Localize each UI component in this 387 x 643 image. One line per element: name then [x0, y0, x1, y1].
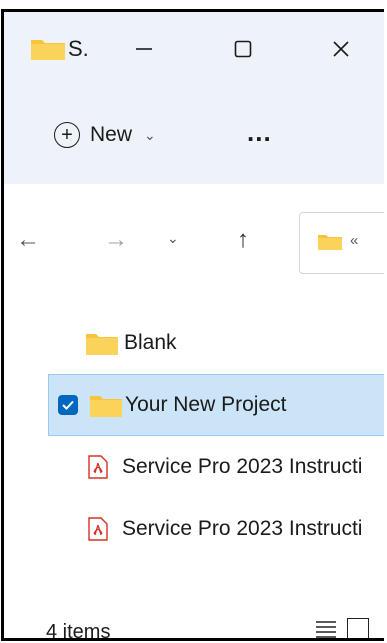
- list-item-pdf[interactable]: Service Pro 2023 Instructi: [48, 436, 384, 498]
- command-bar: + New ⌄ ...: [4, 84, 384, 185]
- window-title: S.: [68, 36, 89, 61]
- list-item-your-new-project[interactable]: Your New Project: [48, 374, 384, 436]
- close-button[interactable]: [311, 24, 371, 74]
- file-name: Service Pro 2023 Instructi: [122, 517, 363, 540]
- breadcrumb-overflow-icon[interactable]: «: [350, 232, 358, 249]
- address-bar[interactable]: «: [299, 212, 384, 274]
- status-bar: 4 items: [4, 600, 384, 641]
- file-name: Blank: [124, 331, 177, 354]
- file-list: Blank Your New Project Service Pro 2023 …: [4, 294, 384, 594]
- folder-icon: [31, 40, 65, 60]
- large-icons-view-icon[interactable]: [347, 618, 369, 638]
- minimize-button[interactable]: [114, 24, 174, 74]
- navigation-bar: ← → ⌄ ↑ «: [4, 184, 384, 294]
- folder-icon: [86, 333, 118, 355]
- title-bar[interactable]: S.: [4, 12, 384, 84]
- plus-icon: +: [54, 122, 80, 148]
- item-count: 4 items: [46, 621, 111, 641]
- file-name: Your New Project: [125, 393, 287, 416]
- file-explorer-window: S. + New ⌄ ... ← → ⌄ ↑ « Blank Your New …: [1, 9, 384, 641]
- recent-locations-chevron-icon[interactable]: ⌄: [167, 230, 179, 247]
- folder-icon: [318, 235, 342, 250]
- close-icon: [333, 41, 349, 57]
- list-item-pdf[interactable]: Service Pro 2023 Instructi: [48, 498, 384, 560]
- new-button[interactable]: + New ⌄: [54, 118, 156, 152]
- new-button-label: New: [90, 123, 133, 146]
- minimize-icon: [136, 48, 152, 50]
- pdf-file-icon: [88, 455, 108, 479]
- chevron-down-icon: ⌄: [144, 126, 156, 143]
- up-arrow-icon[interactable]: ↑: [237, 226, 249, 254]
- forward-arrow-icon[interactable]: →: [104, 226, 128, 254]
- checkbox-checked-icon[interactable]: [58, 395, 78, 415]
- list-item-blank[interactable]: Blank: [48, 312, 384, 374]
- folder-icon: [90, 395, 122, 417]
- details-view-icon[interactable]: [313, 616, 339, 641]
- back-arrow-icon[interactable]: ←: [16, 226, 40, 254]
- file-name: Service Pro 2023 Instructi: [122, 455, 363, 478]
- maximize-icon: [234, 40, 252, 58]
- more-options-button[interactable]: ...: [247, 119, 272, 145]
- pdf-file-icon: [88, 517, 108, 541]
- maximize-button[interactable]: [213, 24, 273, 74]
